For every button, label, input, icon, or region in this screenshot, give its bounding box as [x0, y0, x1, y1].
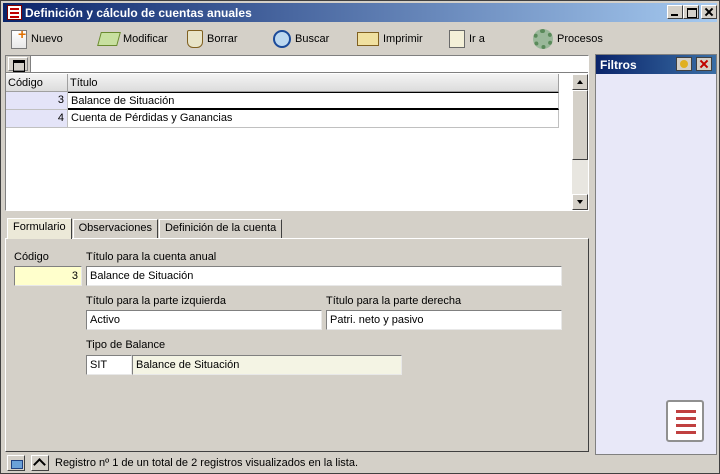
filters-config-button[interactable] — [676, 57, 692, 71]
status-text: Registro nº 1 de un total de 2 registros… — [55, 457, 359, 469]
notebook-icon[interactable] — [666, 400, 704, 442]
filters-title: Filtros — [600, 58, 637, 72]
chevron-up-icon[interactable] — [31, 455, 49, 471]
right-title-label: Título para la parte derecha — [326, 295, 462, 307]
delete-button-label: Borrar — [207, 33, 238, 45]
new-icon — [11, 26, 27, 49]
column-header-title[interactable]: Título — [68, 74, 559, 92]
goto-icon — [449, 30, 465, 48]
processes-button-label: Procesos — [557, 33, 603, 45]
table-row[interactable]: 3 Balance de Situación — [6, 92, 559, 110]
print-button-label: Imprimir — [383, 33, 423, 45]
delete-button[interactable]: Borrar — [185, 27, 238, 51]
balance-type-code-field[interactable]: SIT — [86, 355, 132, 375]
list-toolbar — [6, 56, 588, 73]
print-button[interactable]: Imprimir — [355, 27, 423, 51]
search-icon — [273, 30, 291, 48]
print-icon — [357, 32, 379, 46]
status-bar: Registro nº 1 de un total de 2 registros… — [3, 454, 717, 472]
edit-icon — [97, 32, 121, 46]
code-label: Código — [14, 251, 49, 263]
grid-icon[interactable] — [8, 57, 28, 72]
form-tabs: Formulario Observaciones Definición de l… — [7, 218, 283, 239]
filters-header: Filtros — [596, 55, 716, 74]
list-form-splitter[interactable] — [5, 212, 589, 217]
table-row[interactable]: 4 Cuenta de Pérdidas y Ganancias — [6, 110, 559, 128]
edit-button-label: Modificar — [123, 33, 168, 45]
app-icon[interactable] — [7, 5, 22, 20]
right-title-field[interactable]: Patri. neto y pasivo — [326, 310, 562, 330]
search-button[interactable]: Buscar — [271, 27, 329, 51]
cell-code: 4 — [6, 110, 68, 128]
tab-formulario[interactable]: Formulario — [7, 218, 72, 239]
new-button-label: Nuevo — [31, 33, 63, 45]
code-field[interactable]: 3 — [14, 266, 82, 286]
window-title: Definición y cálculo de cuentas anuales — [25, 6, 252, 20]
processes-button[interactable]: Procesos — [531, 27, 603, 51]
left-title-label: Título para la parte izquierda — [86, 295, 227, 307]
scroll-down-button[interactable] — [572, 194, 588, 210]
list-scrollbar[interactable] — [572, 74, 588, 210]
maximize-button[interactable] — [683, 5, 699, 19]
tab-definicion-cuenta[interactable]: Definición de la cuenta — [158, 219, 283, 238]
balance-type-label: Tipo de Balance — [86, 339, 166, 351]
gear-icon — [533, 29, 553, 49]
toolbar: Nuevo Modificar Borrar Buscar Imprimir I… — [3, 25, 717, 53]
new-button[interactable]: Nuevo — [9, 26, 63, 51]
filters-panel: Filtros — [595, 54, 717, 455]
edit-button[interactable]: Modificar — [97, 27, 168, 51]
minimize-button[interactable] — [667, 5, 683, 19]
column-header-code[interactable]: Código — [6, 74, 68, 92]
form-panel: Código 3 Título para la cuenta anual Bal… — [5, 238, 589, 452]
cell-title: Cuenta de Pérdidas y Ganancias — [68, 110, 559, 128]
annual-title-label: Título para la cuenta anual — [86, 251, 217, 263]
goto-button[interactable]: Ir a — [447, 27, 485, 51]
left-title-field[interactable]: Activo — [86, 310, 322, 330]
search-button-label: Buscar — [295, 33, 330, 45]
grid-header: Código Título — [6, 74, 559, 92]
annual-title-field[interactable]: Balance de Situación — [86, 266, 562, 286]
delete-icon — [187, 30, 203, 48]
close-button[interactable] — [701, 5, 717, 19]
records-list: Código Título 3 Balance de Situación 4 C… — [5, 55, 589, 211]
filters-close-button[interactable] — [696, 57, 712, 71]
quick-filter-input[interactable] — [30, 56, 588, 72]
main-window: Definición y cálculo de cuentas anuales … — [0, 0, 720, 474]
scroll-up-button[interactable] — [572, 74, 588, 90]
cell-code: 3 — [6, 92, 68, 110]
cell-title: Balance de Situación — [68, 92, 559, 110]
goto-button-label: Ir a — [469, 33, 485, 45]
scroll-thumb[interactable] — [572, 90, 588, 160]
title-bar[interactable]: Definición y cálculo de cuentas anuales — [3, 3, 717, 22]
tab-observaciones[interactable]: Observaciones — [72, 219, 158, 238]
folder-icon[interactable] — [7, 455, 25, 471]
balance-type-description: Balance de Situación — [132, 355, 402, 375]
